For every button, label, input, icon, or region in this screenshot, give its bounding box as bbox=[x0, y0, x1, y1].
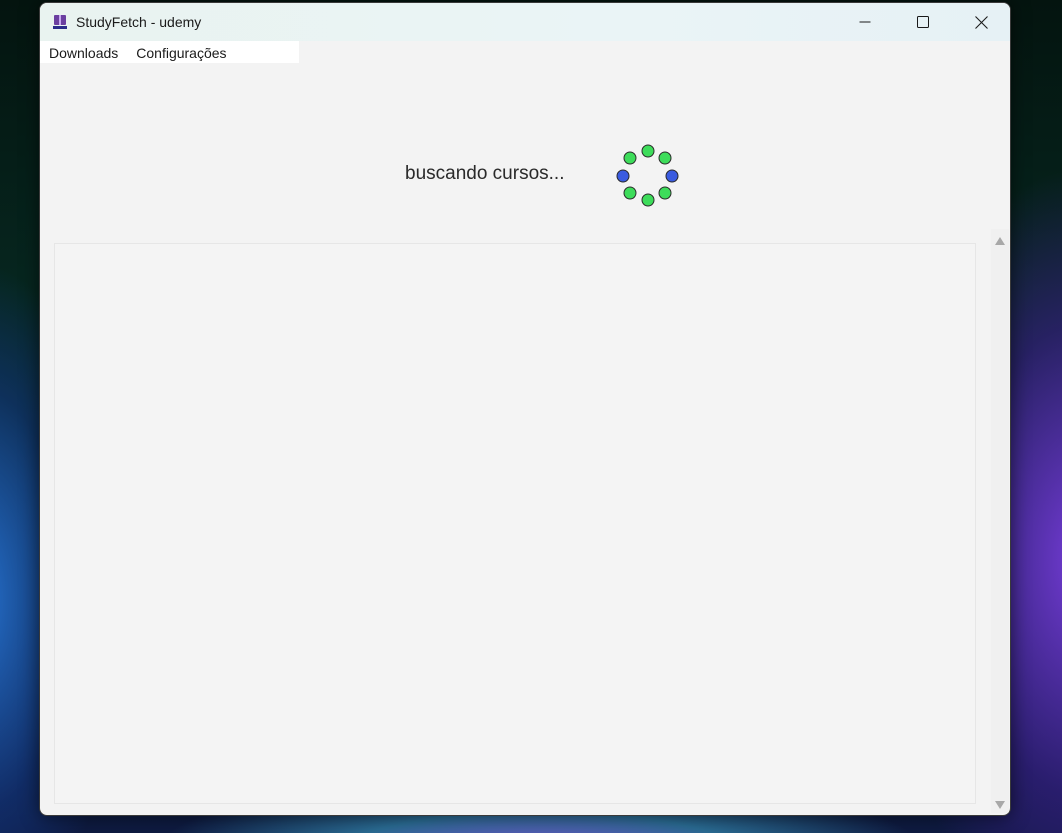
spinner-dot bbox=[658, 186, 672, 200]
minimize-button[interactable] bbox=[836, 3, 894, 41]
app-window: StudyFetch - udemy Downloads Configuraçõ… bbox=[39, 2, 1011, 816]
loading-spinner-icon bbox=[616, 144, 679, 207]
menu-configuracoes[interactable]: Configurações bbox=[127, 45, 235, 61]
spinner-dot bbox=[641, 144, 655, 158]
spinner-dot bbox=[665, 169, 679, 183]
menu-downloads[interactable]: Downloads bbox=[40, 45, 127, 61]
scroll-down-button[interactable] bbox=[991, 797, 1009, 813]
window-title: StudyFetch - udemy bbox=[76, 14, 202, 30]
app-icon bbox=[52, 14, 68, 30]
scroll-up-button[interactable] bbox=[991, 233, 1009, 249]
spinner-dot bbox=[616, 169, 630, 183]
spinner-dot bbox=[658, 151, 672, 165]
spinner-dot bbox=[641, 193, 655, 207]
spinner-dot bbox=[623, 186, 637, 200]
maximize-icon bbox=[917, 16, 929, 28]
close-button[interactable] bbox=[952, 3, 1010, 41]
scroll-up-arrow-icon bbox=[995, 237, 1005, 245]
menu-bar: Downloads Configurações bbox=[40, 41, 1010, 65]
spinner-dot bbox=[623, 151, 637, 165]
title-bar[interactable]: StudyFetch - udemy bbox=[40, 3, 1010, 41]
minimize-icon bbox=[859, 21, 871, 23]
window-controls bbox=[836, 3, 1010, 41]
status-area: buscando cursos... bbox=[40, 139, 1010, 209]
status-message: buscando cursos... bbox=[405, 163, 565, 184]
course-list-panel[interactable] bbox=[54, 243, 976, 804]
scroll-down-arrow-icon bbox=[995, 801, 1005, 809]
close-icon bbox=[974, 15, 988, 29]
maximize-button[interactable] bbox=[894, 3, 952, 41]
vertical-scrollbar[interactable] bbox=[991, 229, 1009, 813]
